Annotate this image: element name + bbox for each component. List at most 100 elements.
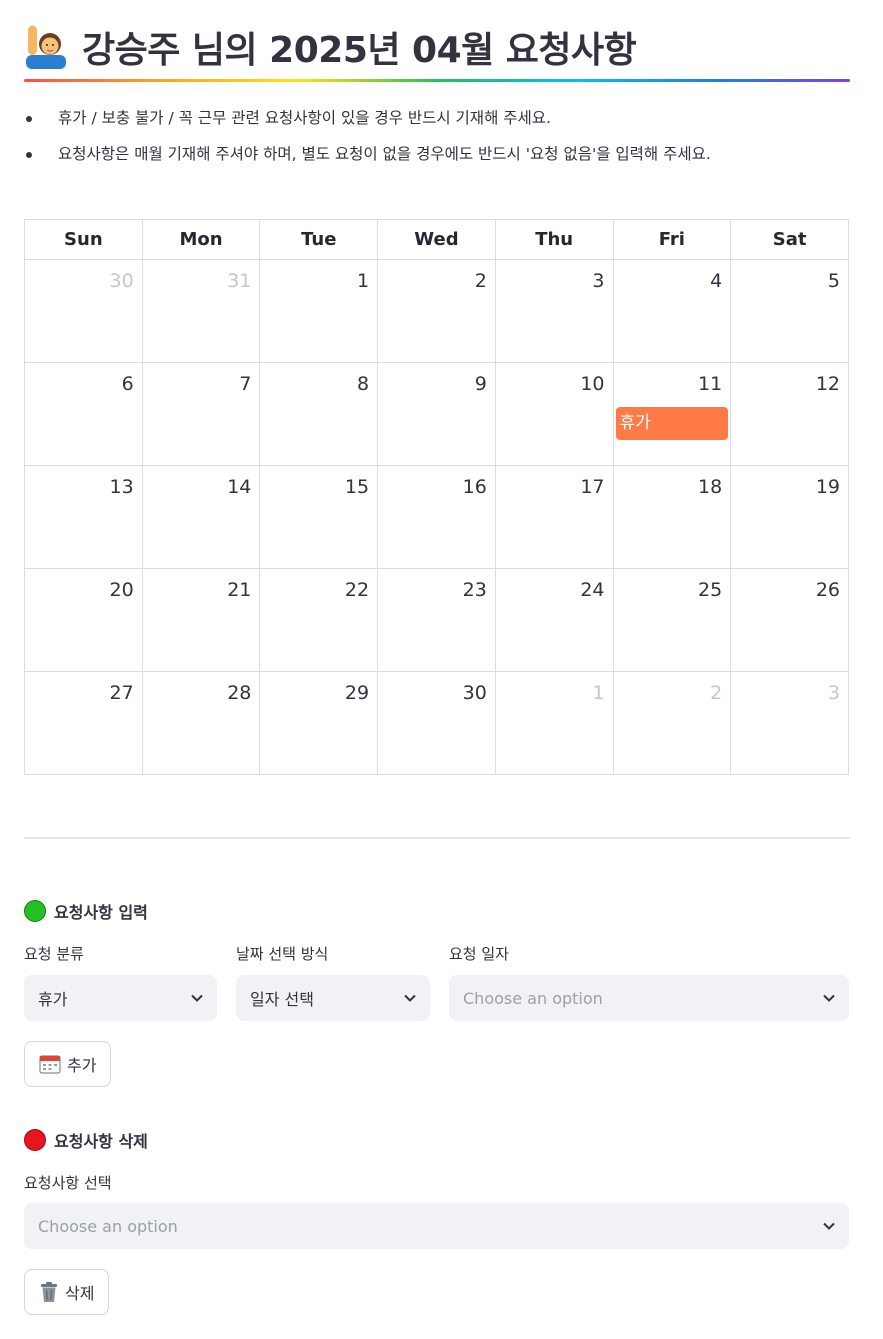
calendar-week-row: 6 7 8 9 10 11 휴가 12 xyxy=(24,362,849,466)
day-number: 20 xyxy=(109,579,134,601)
weekday-sun: Sun xyxy=(24,219,143,260)
delete-request-button[interactable]: 삭제 xyxy=(24,1269,110,1315)
day-number: 17 xyxy=(580,476,605,498)
day-number: 7 xyxy=(239,373,252,395)
weekday-header-row: Sun Mon Tue Wed Thu Fri Sat xyxy=(24,219,849,260)
calendar-day-cell[interactable]: 12 xyxy=(730,362,849,466)
day-number: 11 xyxy=(698,373,723,395)
calendar-day-cell[interactable]: 2 xyxy=(612,671,732,775)
day-number: 27 xyxy=(109,682,134,704)
day-number: 26 xyxy=(815,579,840,601)
category-select[interactable]: 휴가 xyxy=(24,975,217,1021)
page-title: 강승주 님의 2025년 04월 요청사항 xyxy=(82,30,637,71)
request-input-heading: 요청사항 입력 xyxy=(24,899,148,923)
trash-can-icon xyxy=(41,1282,57,1302)
weekday-tue: Tue xyxy=(259,219,379,260)
day-number: 2 xyxy=(710,682,723,704)
calendar-day-cell[interactable]: 15 xyxy=(259,465,379,569)
calendar-day-cell[interactable]: 8 xyxy=(259,362,379,466)
calendar-icon xyxy=(39,1055,61,1074)
calendar-week-row: 20 21 22 23 24 25 26 xyxy=(24,568,849,672)
page-header: 강승주 님의 2025년 04월 요청사항 xyxy=(24,18,850,76)
request-select-placeholder: Choose an option xyxy=(38,1216,178,1236)
calendar-day-cell[interactable]: 6 xyxy=(24,362,143,466)
day-number: 15 xyxy=(344,476,370,498)
day-number: 13 xyxy=(109,476,134,498)
day-number: 3 xyxy=(592,270,605,292)
calendar-day-cell[interactable]: 3 xyxy=(494,259,614,363)
weekday-wed: Wed xyxy=(377,219,496,260)
calendar-day-cell[interactable]: 30 xyxy=(377,671,496,775)
category-label: 요청 분류 xyxy=(24,945,84,963)
category-select-value: 휴가 xyxy=(38,990,68,1009)
add-request-button[interactable]: 추가 xyxy=(24,1041,112,1087)
calendar-day-cell[interactable]: 19 xyxy=(730,465,849,569)
calendar-day-cell[interactable]: 5 xyxy=(730,259,849,363)
day-number: 2 xyxy=(474,270,487,292)
chevron-down-icon xyxy=(823,1222,835,1230)
calendar-day-cell[interactable]: 3 xyxy=(730,671,849,775)
calendar-day-cell[interactable]: 30 xyxy=(24,259,143,363)
day-number: 6 xyxy=(121,373,134,395)
calendar-day-cell[interactable]: 14 xyxy=(141,465,261,569)
calendar-event[interactable]: 휴가 xyxy=(615,407,729,440)
chevron-down-icon xyxy=(404,994,416,1002)
request-delete-title: 요청사항 삭제 xyxy=(54,1132,148,1151)
day-number: 9 xyxy=(474,373,487,395)
request-delete-heading: 요청사항 삭제 xyxy=(24,1128,148,1152)
chevron-down-icon xyxy=(823,994,835,1002)
calendar-day-cell[interactable]: 24 xyxy=(494,568,614,672)
request-date-select[interactable]: Choose an option xyxy=(449,975,849,1021)
calendar-day-cell[interactable]: 20 xyxy=(24,568,143,672)
instructions-list: 휴가 / 보충 불가 / 꼭 근무 관련 요청사항이 있을 경우 반드시 기재해… xyxy=(24,106,850,178)
calendar-day-cell[interactable]: 28 xyxy=(141,671,261,775)
day-number: 12 xyxy=(815,373,840,395)
instruction-item: 요청사항은 매월 기재해 주셔야 하며, 별도 요청이 없을 경우에도 반드시 … xyxy=(24,142,850,166)
date-mode-label: 날짜 선택 방식 xyxy=(236,945,329,963)
calendar-day-cell[interactable]: 25 xyxy=(612,568,732,672)
day-number: 31 xyxy=(227,270,252,292)
person-raising-hand-icon xyxy=(26,25,66,69)
day-number: 5 xyxy=(827,270,840,292)
request-select-label: 요청사항 선택 xyxy=(24,1174,112,1192)
request-select[interactable]: Choose an option xyxy=(24,1203,849,1249)
calendar-day-cell[interactable]: 11 휴가 xyxy=(612,362,732,466)
day-number: 16 xyxy=(462,476,487,498)
calendar-day-cell[interactable]: 23 xyxy=(377,568,496,672)
calendar-day-cell[interactable]: 29 xyxy=(259,671,379,775)
month-calendar: Sun Mon Tue Wed Thu Fri Sat 30 31 1 2 3 4 5 6 7 8… xyxy=(24,219,849,775)
weekday-sat: Sat xyxy=(730,219,849,260)
request-input-title: 요청사항 입력 xyxy=(54,903,148,922)
calendar-day-cell[interactable]: 31 xyxy=(141,259,261,363)
calendar-day-cell[interactable]: 1 xyxy=(259,259,379,363)
day-number: 22 xyxy=(344,579,370,601)
day-number: 21 xyxy=(227,579,252,601)
calendar-day-cell[interactable]: 4 xyxy=(612,259,732,363)
title-divider xyxy=(24,79,850,82)
request-date-placeholder: Choose an option xyxy=(463,988,603,1008)
calendar-day-cell[interactable]: 10 xyxy=(494,362,614,466)
day-number: 1 xyxy=(357,270,370,292)
calendar-day-cell[interactable]: 26 xyxy=(730,568,849,672)
calendar-day-cell[interactable]: 16 xyxy=(377,465,496,569)
calendar-day-cell[interactable]: 13 xyxy=(24,465,143,569)
calendar-day-cell[interactable]: 2 xyxy=(377,259,496,363)
calendar-day-cell[interactable]: 18 xyxy=(612,465,732,569)
instruction-item: 휴가 / 보충 불가 / 꼭 근무 관련 요청사항이 있을 경우 반드시 기재해… xyxy=(24,106,850,130)
weekday-fri: Fri xyxy=(612,219,732,260)
day-number: 28 xyxy=(227,682,252,704)
calendar-day-cell[interactable]: 22 xyxy=(259,568,379,672)
calendar-day-cell[interactable]: 17 xyxy=(494,465,614,569)
calendar-day-cell[interactable]: 1 xyxy=(494,671,614,775)
day-number: 3 xyxy=(827,682,840,704)
day-number: 19 xyxy=(815,476,840,498)
calendar-day-cell[interactable]: 7 xyxy=(141,362,261,466)
calendar-day-cell[interactable]: 9 xyxy=(377,362,496,466)
section-divider xyxy=(24,837,850,839)
calendar-day-cell[interactable]: 27 xyxy=(24,671,143,775)
calendar-week-row: 30 31 1 2 3 4 5 xyxy=(24,259,849,363)
calendar-day-cell[interactable]: 21 xyxy=(141,568,261,672)
chevron-down-icon xyxy=(191,994,203,1002)
date-mode-select[interactable]: 일자 선택 xyxy=(236,975,430,1021)
day-number: 4 xyxy=(710,270,723,292)
